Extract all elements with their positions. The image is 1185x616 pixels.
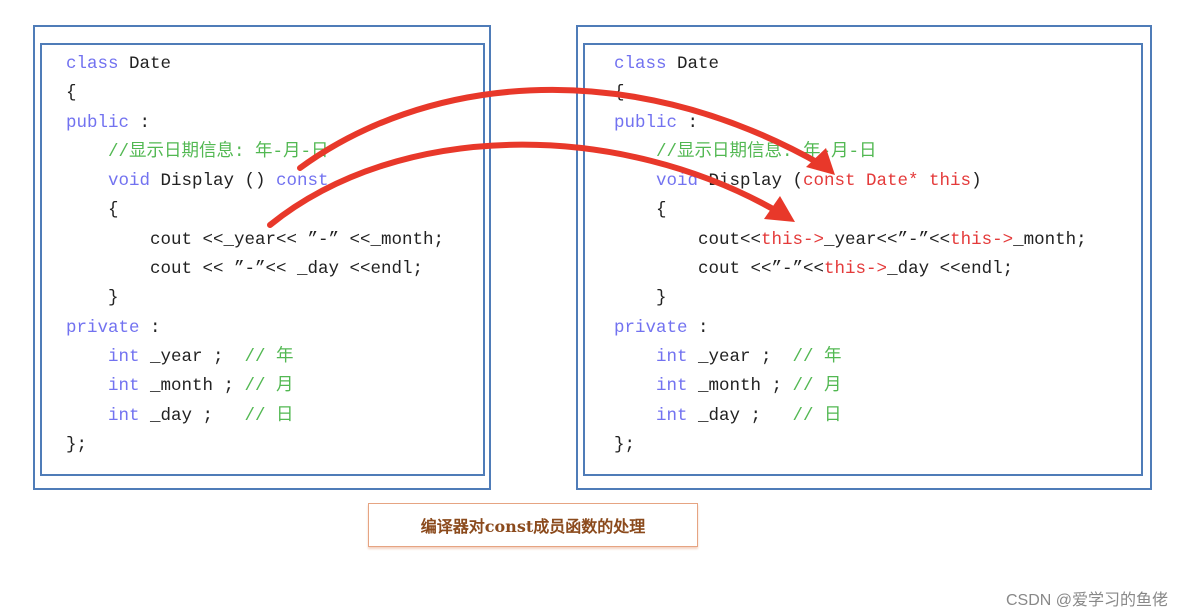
arrow-member-to-this bbox=[267, 141, 795, 228]
caption-box: 编译器对const成员函数的处理 bbox=[368, 503, 698, 547]
arrow-const-to-param bbox=[297, 87, 835, 175]
watermark: CSDN @爱学习的鱼佬 bbox=[1005, 592, 1168, 609]
